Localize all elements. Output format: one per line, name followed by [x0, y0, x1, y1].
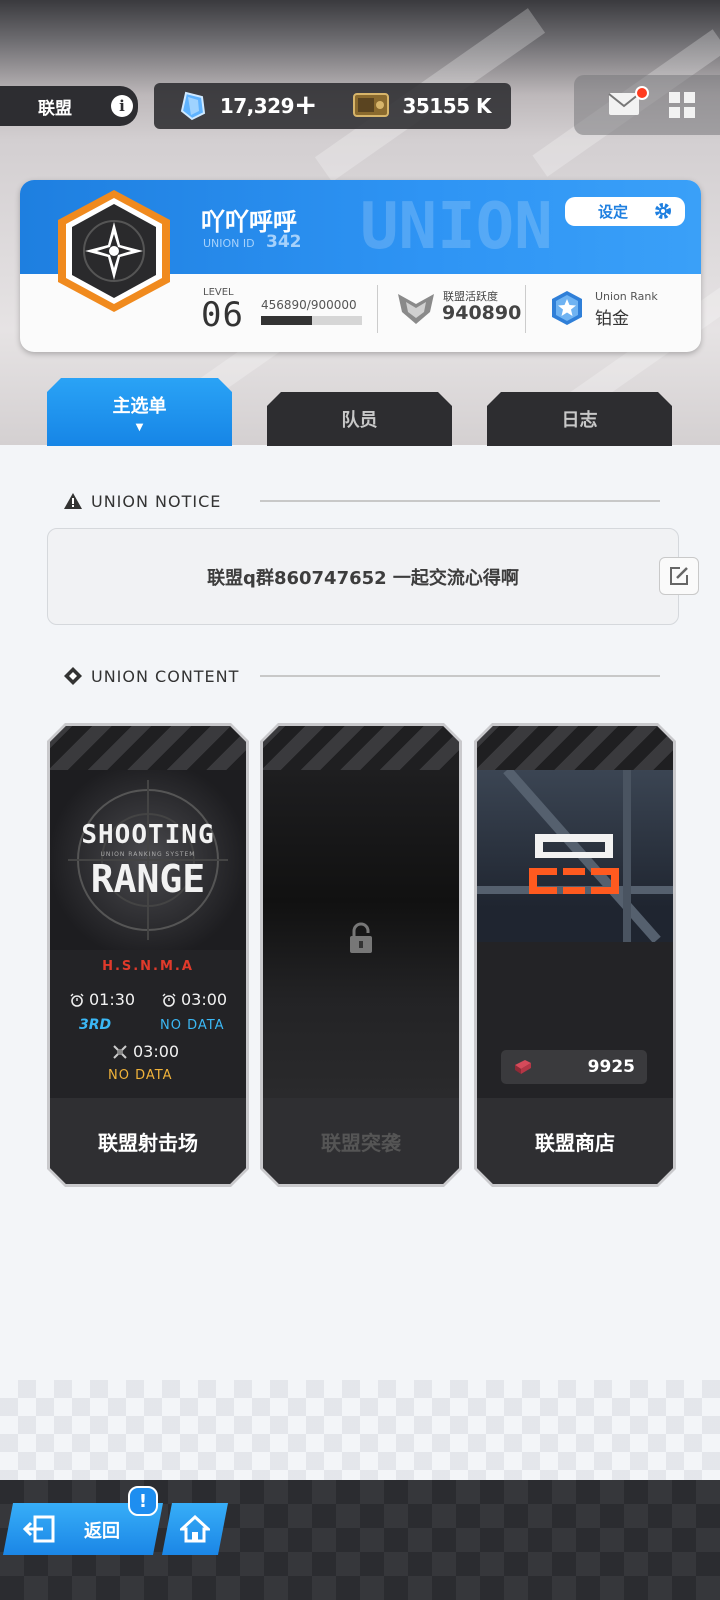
- union-shop-logo-icon: [529, 832, 619, 896]
- activity-emblem-icon: [398, 294, 434, 324]
- timer-1-value: 01:30: [89, 990, 136, 1009]
- settings-button[interactable]: 设定: [565, 197, 685, 226]
- grid-menu-icon[interactable]: [669, 92, 695, 118]
- no-data-label-2: NO DATA: [108, 1068, 173, 1083]
- tab-main-menu-label: 主选单: [112, 395, 167, 417]
- union-shop-label: 联盟商店: [477, 1098, 673, 1184]
- union-shop-card[interactable]: 9925 联盟商店: [477, 726, 673, 1184]
- exp-progress-bar: [261, 316, 362, 325]
- content-heading: UNION CONTENT: [63, 664, 239, 688]
- notice-text: 联盟q群860747652 一起交流心得啊: [207, 567, 519, 589]
- union-emblem-icon: [58, 190, 170, 312]
- union-info-card: UNION 吖吖呼呼 UNION ID 342 设定 LEVEL 06 4568…: [20, 180, 701, 352]
- credit-icon: [353, 93, 389, 117]
- timer-2-value: 03:00: [181, 990, 228, 1009]
- union-raid-label: 联盟突袭: [263, 1098, 459, 1184]
- gem-count: 17,329: [219, 94, 295, 118]
- exp-progress-fill: [261, 316, 313, 325]
- content-heading-line: [260, 675, 660, 677]
- timer-3: 03:00: [112, 1042, 179, 1061]
- activity-value: 940890: [442, 302, 522, 324]
- home-button[interactable]: [162, 1503, 228, 1555]
- settings-label: 设定: [598, 203, 629, 221]
- shooting-title-line-1: SHOOTING: [81, 820, 215, 850]
- currency-bar: + 17,329 35155 K: [154, 83, 511, 129]
- shooting-brand: H.S.N.M.A: [102, 959, 194, 974]
- edit-notice-button[interactable]: [659, 557, 699, 595]
- no-data-label-1: NO DATA: [160, 1018, 225, 1033]
- checker-pattern: [0, 1380, 720, 1480]
- rank-value: 铂金: [595, 309, 629, 329]
- alarm-clock-icon: [70, 993, 84, 1007]
- shop-currency-chip: 9925: [501, 1050, 647, 1084]
- gem-icon: [180, 91, 206, 121]
- hazard-stripes: [50, 726, 246, 770]
- gear-icon: [655, 203, 671, 219]
- edit-icon: [670, 567, 688, 585]
- alarm-clock-icon: [162, 993, 176, 1007]
- union-title-tag: 联盟 i: [0, 86, 138, 126]
- divider: [525, 285, 526, 333]
- tab-main-menu[interactable]: 主选单 ▼: [47, 378, 232, 446]
- rank-emblem-icon: [552, 291, 582, 325]
- shooting-range-label: 联盟射击场: [50, 1098, 246, 1184]
- tab-members-label: 队员: [341, 410, 378, 431]
- timer-2: 03:00: [162, 990, 227, 1009]
- hazard-stripes: [477, 726, 673, 770]
- add-gems-button[interactable]: +: [294, 88, 317, 121]
- union-id-value: 342: [266, 232, 302, 252]
- divider: [377, 285, 378, 333]
- tab-members[interactable]: 队员: [267, 392, 452, 446]
- diamond-icon: [64, 667, 82, 685]
- notice-box: 联盟q群860747652 一起交流心得啊: [47, 528, 679, 625]
- tab-log-label: 日志: [561, 410, 598, 431]
- notice-heading-line: [260, 500, 660, 502]
- union-id-label: UNION ID: [203, 237, 255, 250]
- timer-1: 01:30: [70, 990, 135, 1009]
- notice-heading-text: UNION NOTICE: [91, 491, 222, 511]
- union-raid-card[interactable]: 联盟突袭: [263, 726, 459, 1184]
- content-heading-text: UNION CONTENT: [91, 666, 240, 686]
- top-right-menu: [574, 75, 720, 135]
- level-value: 06: [201, 295, 244, 335]
- hazard-stripes: [263, 726, 459, 770]
- alert-badge: !: [128, 1486, 158, 1516]
- info-icon[interactable]: i: [111, 95, 133, 117]
- warning-icon: [64, 493, 82, 509]
- shop-currency-value: 9925: [587, 1057, 635, 1077]
- shooting-rank: 3RD: [79, 1017, 112, 1033]
- exp-text: 456890/900000: [261, 298, 357, 312]
- union-coin-icon: [513, 1059, 533, 1075]
- exit-icon: [23, 1515, 55, 1543]
- rank-label: Union Rank: [595, 290, 658, 303]
- lock-icon: [349, 922, 373, 954]
- home-icon: [180, 1515, 210, 1543]
- shooting-title-line-2: RANGE: [90, 857, 206, 901]
- shooting-range-card[interactable]: SHOOTING UNION RANKING SYSTEM RANGE H.S.…: [50, 726, 246, 1184]
- svg-text:UNION: UNION: [360, 190, 553, 264]
- credit-count: 35155 K: [402, 94, 491, 118]
- timer-3-value: 03:00: [133, 1042, 180, 1061]
- tab-log[interactable]: 日志: [487, 392, 672, 446]
- back-label: 返回: [84, 1521, 120, 1542]
- caret-down-icon: ▼: [135, 421, 144, 433]
- mail-notification-dot: [635, 86, 649, 100]
- crossed-swords-icon: [112, 1044, 128, 1060]
- union-title-label: 联盟: [38, 98, 72, 119]
- notice-heading: UNION NOTICE: [63, 489, 221, 513]
